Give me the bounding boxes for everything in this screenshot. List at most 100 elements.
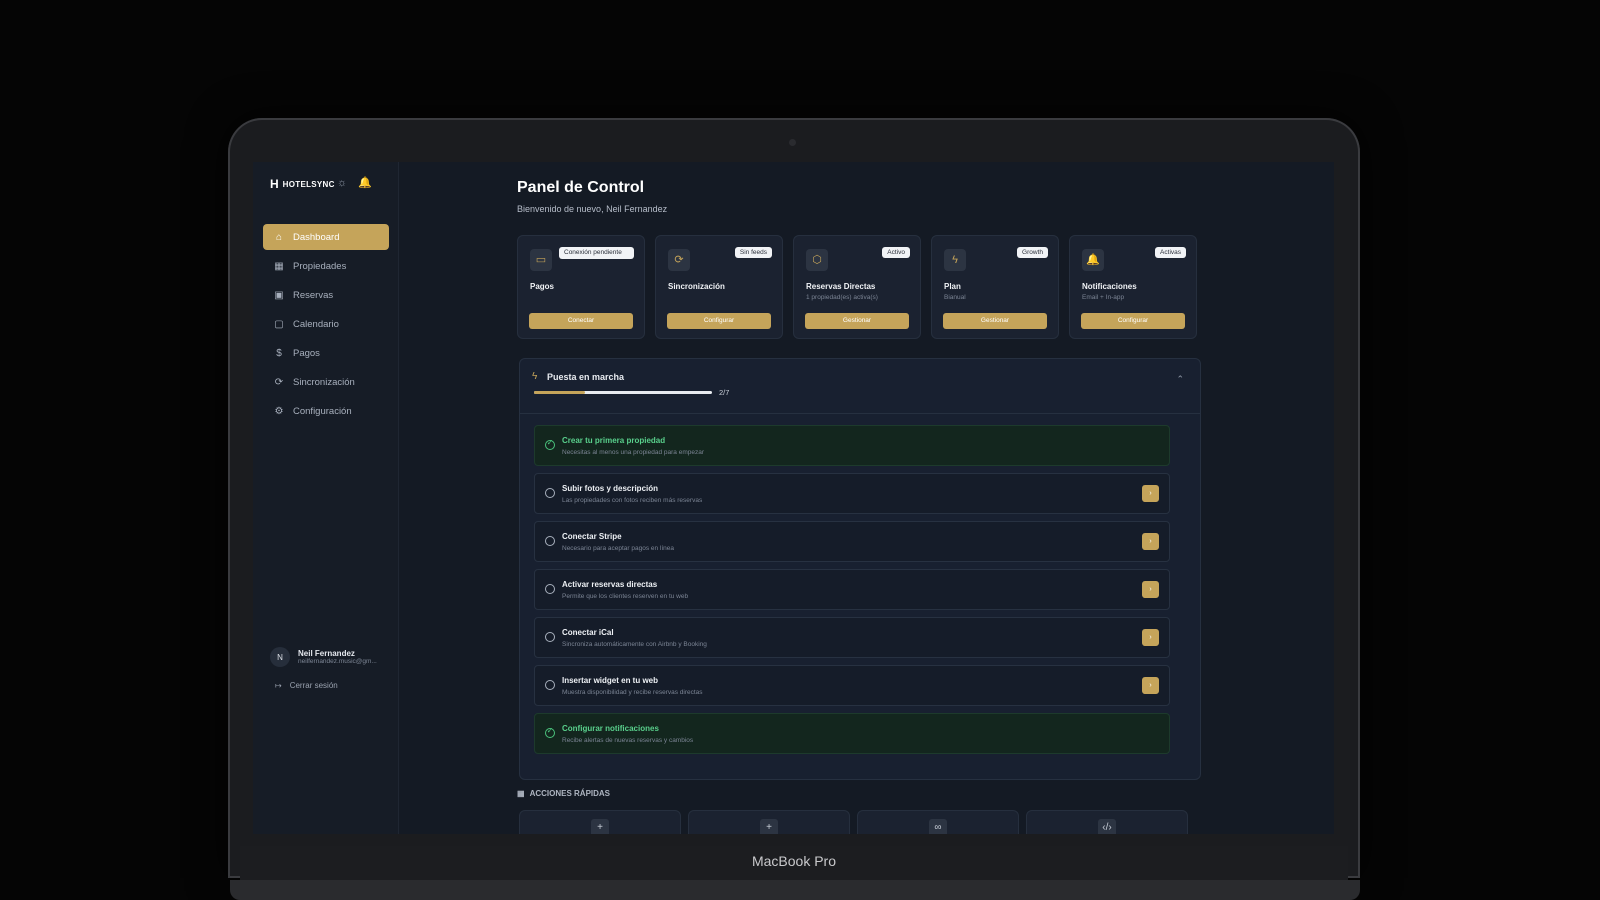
- arrow-right-icon[interactable]: ›: [1142, 485, 1159, 502]
- plus-icon: +: [760, 819, 778, 834]
- configurar-sync-button[interactable]: Configurar: [667, 313, 771, 329]
- bell-icon[interactable]: 🔔: [358, 176, 372, 190]
- onboarding-panel: ϟ Puesta en marcha 2/7 ⌃ ✓ Crear tu prim…: [519, 358, 1201, 780]
- card-reservas-directas: ⬡ Activo Reservas Directas 1 propiedad(e…: [793, 235, 921, 339]
- card-title: Notificaciones: [1082, 282, 1137, 291]
- configurar-notificaciones-button[interactable]: Configurar: [1081, 313, 1185, 329]
- checkmark-icon: ✓: [546, 438, 554, 447]
- bolt-icon: ϟ: [944, 249, 966, 271]
- circle-icon: [545, 632, 555, 642]
- sidebar-item-dashboard[interactable]: ⌂ Dashboard: [263, 224, 389, 250]
- onboarding-title: Puesta en marcha: [547, 372, 625, 382]
- task-list: ✓ Crear tu primera propiedad Necesitas a…: [534, 425, 1170, 761]
- gestionar-reservas-button[interactable]: Gestionar: [805, 313, 909, 329]
- circle-icon: [545, 680, 555, 690]
- sidebar: H HOTELSYNC ☼ 🔔 ⌂ Dashboard ▦ Propiedades …: [253, 162, 399, 834]
- task-title: Subir fotos y descripción: [562, 484, 659, 493]
- task-description: Sincroniza automáticamente con Airbnb y …: [562, 641, 707, 648]
- gear-icon: ⚙: [274, 405, 284, 417]
- card-plan: ϟ Growth Plan Bianual Gestionar: [931, 235, 1059, 339]
- avatar: N: [270, 647, 290, 667]
- sidebar-nav: ⌂ Dashboard ▦ Propiedades ▣ Reservas ▢ Calen…: [263, 224, 389, 427]
- status-badge: Conexión pendiente: [559, 247, 634, 259]
- card-subtitle: Bianual: [944, 294, 966, 301]
- progress-bar: [534, 391, 712, 394]
- sidebar-item-label: Reservas: [293, 289, 334, 301]
- arrow-right-icon[interactable]: ›: [1142, 533, 1159, 550]
- link-icon: ∞: [929, 819, 947, 834]
- task-configurar-notificaciones[interactable]: ✓ Configurar notificaciones Recibe alert…: [534, 713, 1170, 754]
- bolt-icon: ϟ: [532, 371, 538, 382]
- sidebar-item-sincronizacion[interactable]: ⟳ Sincronización: [263, 369, 389, 395]
- building-icon: ▦: [274, 260, 284, 272]
- sidebar-item-label: Sincronización: [293, 376, 355, 388]
- status-badge: Activo: [882, 247, 910, 258]
- grid-icon: ▦: [517, 789, 525, 798]
- quick-actions: + + ∞ ‹/›: [519, 810, 1189, 834]
- gestionar-plan-button[interactable]: Gestionar: [943, 313, 1047, 329]
- card-title: Reservas Directas: [806, 282, 876, 291]
- user-profile[interactable]: N Neil Fernandez neilfernandez.music@gm.…: [270, 647, 377, 667]
- card-title: Pagos: [530, 282, 555, 291]
- task-description: Las propiedades con fotos reciben más re…: [562, 497, 703, 504]
- sidebar-item-calendario[interactable]: ▢ Calendario: [263, 311, 389, 337]
- progress-fill: [534, 391, 585, 394]
- sun-icon[interactable]: ☼: [335, 176, 349, 190]
- plus-icon: +: [591, 819, 609, 834]
- quick-action-embed[interactable]: ‹/›: [1026, 810, 1188, 834]
- task-insertar-widget[interactable]: Insertar widget en tu web Muestra dispon…: [534, 665, 1170, 706]
- quick-action-link[interactable]: ∞: [857, 810, 1019, 834]
- arrow-right-icon[interactable]: ›: [1142, 677, 1159, 694]
- task-conectar-stripe[interactable]: Conectar Stripe Necesario para aceptar p…: [534, 521, 1170, 562]
- onboarding-header[interactable]: ϟ Puesta en marcha 2/7 ⌃: [520, 359, 1200, 414]
- conectar-button[interactable]: Conectar: [529, 313, 633, 329]
- home-icon: ⌂: [275, 231, 283, 243]
- task-title: Conectar iCal: [562, 628, 614, 637]
- task-conectar-ical[interactable]: Conectar iCal Sincroniza automáticamente…: [534, 617, 1170, 658]
- sidebar-item-label: Calendario: [293, 318, 339, 330]
- bell-icon: 🔔: [1082, 249, 1104, 271]
- user-email: neilfernandez.music@gm...: [298, 658, 377, 665]
- brand-name: HOTELSYNC: [282, 179, 335, 189]
- logout-button[interactable]: ↦ Cerrar sesión: [275, 681, 338, 690]
- task-description: Muestra disponibilidad y recibe reservas…: [562, 689, 703, 696]
- task-crear-propiedad[interactable]: ✓ Crear tu primera propiedad Necesitas a…: [534, 425, 1170, 466]
- sidebar-item-label: Dashboard: [293, 231, 340, 243]
- code-icon: ‹/›: [1098, 819, 1116, 834]
- brand[interactable]: H HOTELSYNC: [270, 177, 335, 191]
- page-subtitle: Bienvenido de nuevo, Neil Fernandez: [517, 204, 668, 214]
- status-badge: Growth: [1017, 247, 1048, 258]
- card-title: Sincronización: [668, 282, 725, 291]
- quick-action-add-reservation[interactable]: +: [688, 810, 850, 834]
- sidebar-item-configuracion[interactable]: ⚙ Configuración: [263, 398, 389, 424]
- card-notificaciones: 🔔 Activas Notificaciones Email + In-app …: [1069, 235, 1197, 339]
- card-icon: ▭: [530, 249, 552, 271]
- task-description: Permite que los clientes reserven en tu …: [562, 593, 689, 600]
- circle-icon: [545, 536, 555, 546]
- checkmark-icon: ✓: [546, 726, 554, 735]
- brand-logo: H: [270, 177, 279, 191]
- camera: [789, 139, 796, 146]
- chevron-up-icon[interactable]: ⌃: [1176, 374, 1184, 385]
- sidebar-item-propiedades[interactable]: ▦ Propiedades: [263, 253, 389, 279]
- user-name: Neil Fernandez: [298, 649, 355, 658]
- sidebar-item-pagos[interactable]: $ Pagos: [263, 340, 389, 366]
- card-title: Plan: [944, 282, 961, 291]
- page-title: Panel de Control: [517, 179, 645, 196]
- arrow-right-icon[interactable]: ›: [1142, 629, 1159, 646]
- task-subir-fotos[interactable]: Subir fotos y descripción Las propiedade…: [534, 473, 1170, 514]
- arrow-right-icon[interactable]: ›: [1142, 581, 1159, 598]
- task-description: Recibe alertas de nuevas reservas y camb…: [562, 737, 694, 744]
- logout-label: Cerrar sesión: [289, 681, 338, 690]
- progress-label: 2/7: [719, 388, 730, 397]
- task-title: Configurar notificaciones: [562, 724, 659, 733]
- app-screen: H HOTELSYNC ☼ 🔔 ⌂ Dashboard ▦ Propiedades …: [253, 162, 1334, 834]
- quick-action-add-property[interactable]: +: [519, 810, 681, 834]
- sidebar-item-reservas[interactable]: ▣ Reservas: [263, 282, 389, 308]
- sync-icon: ⟳: [274, 376, 284, 388]
- status-badge: Sin feeds: [734, 247, 772, 258]
- quick-actions-title: ▦ ACCIONES RÁPIDAS: [517, 789, 610, 798]
- task-activar-reservas[interactable]: Activar reservas directas Permite que lo…: [534, 569, 1170, 610]
- card-subtitle: Email + In-app: [1082, 294, 1125, 301]
- circle-icon: [545, 488, 555, 498]
